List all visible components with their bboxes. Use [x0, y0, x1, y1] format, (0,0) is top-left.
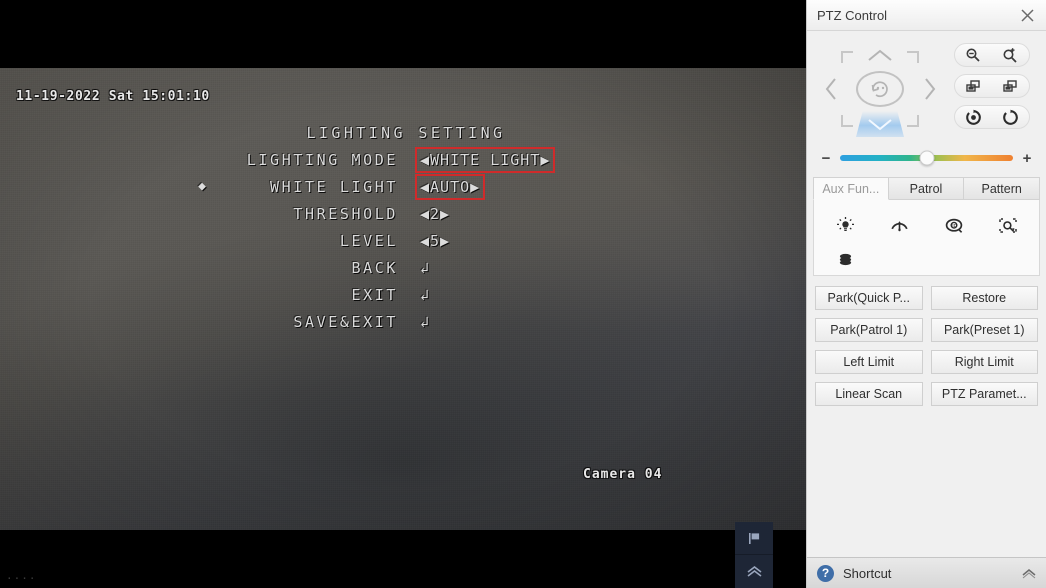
expand-shortcut-icon[interactable]	[1021, 567, 1037, 579]
osd-menu-item-label: SAVE&EXIT	[293, 312, 398, 331]
osd-menu-item-label: THRESHOLD	[293, 204, 398, 223]
osd-value-text: ◀2▶	[420, 204, 451, 223]
shortcut-footer-bar[interactable]: ? Shortcut	[807, 557, 1046, 588]
osd-highlighted-value: ◀WHITE LIGHT▶	[414, 146, 556, 173]
osd-value-text: ↲	[420, 258, 430, 277]
osd-menu-item-value[interactable]: ◀WHITE LIGHT▶	[398, 146, 610, 173]
tab-patrol[interactable]: Patrol	[888, 177, 965, 199]
osd-menu-item-value[interactable]: ◀AUTO▶	[398, 173, 610, 200]
osd-menu-row[interactable]: BACK ↲	[190, 254, 610, 281]
shortcut-label: Shortcut	[843, 565, 892, 581]
ptz-lens-controls	[945, 39, 1038, 141]
aux-function-grid[interactable]: 3D	[813, 200, 1040, 276]
osd-menu-item-value[interactable]: ◀5▶	[398, 231, 610, 251]
tab-aux-fun[interactable]: Aux Fun...	[813, 177, 889, 200]
speed-decrease-button[interactable]: −	[821, 150, 831, 167]
osd-highlighted-value: ◀AUTO▶	[414, 173, 486, 200]
osd-menu-item-label: WHITE LIGHT	[270, 177, 398, 196]
ptz-tab-bar[interactable]: Aux Fun... Patrol Pattern	[813, 177, 1041, 200]
fn-button-park-patrol-1[interactable]: Park(Patrol 1)	[815, 318, 923, 342]
osd-menu-item-value[interactable]: ↲	[398, 258, 610, 278]
osd-menu-item-label: BACK	[351, 258, 398, 277]
corner-marker: ....	[6, 569, 37, 582]
flag-icon	[747, 531, 762, 546]
pan-down-button[interactable]	[856, 111, 904, 137]
osd-value-text: ↲	[420, 312, 430, 331]
video-extra-tools[interactable]	[735, 522, 773, 588]
iris-open-button[interactable]	[992, 106, 1029, 128]
auxiliary-focus-icon[interactable]	[993, 210, 1023, 240]
fn-button-park-preset-1[interactable]: Park(Preset 1)	[930, 318, 1038, 342]
osd-value-text: ◀5▶	[420, 231, 451, 250]
manual-tracking-icon[interactable]	[830, 244, 860, 274]
ptz-control-screen: 11-19-2022 Sat 15:01:10 Camera 04 LIGHTI…	[0, 0, 1046, 588]
osd-menu-row[interactable]: LEVEL ◀5▶	[190, 227, 610, 254]
osd-value-text: ↲	[420, 285, 430, 304]
osd-menu-rows: LIGHTING MODE ◀WHITE LIGHT▶ ◆ WHITE LIGHT ◀A…	[190, 146, 610, 335]
speed-slider-thumb[interactable]	[919, 150, 934, 166]
lens-initialize-icon[interactable]: 3D	[939, 210, 969, 240]
dpad-corner-bottom-left	[841, 115, 853, 127]
fn-button-right-limit[interactable]: Right Limit	[930, 350, 1038, 374]
osd-menu-item-value[interactable]: ↲	[398, 312, 610, 332]
wiper-icon[interactable]	[884, 210, 914, 240]
zoom-in-button[interactable]	[992, 44, 1029, 66]
ptz-panel-body: − + Aux Fun... Patrol Pattern 3D Park(Quic…	[807, 31, 1046, 588]
dpad-corner-top-right	[907, 51, 919, 63]
tab-pattern[interactable]: Pattern	[964, 177, 1041, 199]
fn-button-left-limit[interactable]: Left Limit	[815, 350, 923, 374]
pan-up-button[interactable]	[863, 45, 897, 65]
osd-cursor-marker: ◆	[198, 179, 206, 194]
osd-menu-row[interactable]: THRESHOLD ◀2▶	[190, 200, 610, 227]
video-preview-area[interactable]: 11-19-2022 Sat 15:01:10 Camera 04 LIGHTI…	[0, 0, 806, 588]
osd-menu-row[interactable]: EXIT ↲	[190, 281, 610, 308]
osd-menu-item-label: LEVEL	[339, 231, 398, 250]
ptz-panel-header: PTZ Control	[807, 0, 1046, 31]
osd-menu-row[interactable]: ◆ WHITE LIGHT ◀AUTO▶	[190, 173, 610, 200]
dpad-corner-top-left	[841, 51, 853, 63]
light-icon[interactable]	[830, 210, 860, 240]
zoom-control-pair	[953, 43, 1030, 67]
video-timestamp-overlay: 11-19-2022 Sat 15:01:10	[16, 89, 210, 104]
osd-menu-item-value[interactable]: ↲	[398, 285, 610, 305]
osd-menu-item-label: LIGHTING MODE	[246, 150, 398, 169]
ptz-panel-title: PTZ Control	[817, 7, 888, 23]
auto-scan-button[interactable]	[856, 71, 904, 107]
zoom-out-button[interactable]	[955, 44, 992, 66]
close-icon[interactable]	[1016, 4, 1038, 26]
preset-flag-button[interactable]	[735, 522, 773, 555]
iris-control-pair	[953, 105, 1030, 129]
ptz-direction-pad[interactable]	[815, 39, 945, 139]
expand-toolbar-button[interactable]	[735, 555, 773, 588]
speed-slider-track[interactable]	[840, 150, 1013, 166]
ptz-control-panel: PTZ Control − + Aux Fun... Patrol Patter…	[806, 0, 1046, 588]
fn-button-ptz-paramet[interactable]: PTZ Paramet...	[930, 382, 1038, 406]
osd-menu-title: LIGHTING SETTING	[306, 124, 506, 142]
chevrons-up-icon	[746, 564, 763, 579]
fn-button-restore[interactable]: Restore	[930, 286, 1038, 310]
help-icon[interactable]: ?	[817, 564, 834, 582]
osd-menu-row[interactable]: LIGHTING MODE ◀WHITE LIGHT▶	[190, 146, 610, 173]
iris-close-button[interactable]	[955, 106, 992, 128]
dpad-corner-bottom-right	[907, 115, 919, 127]
ptz-function-button-grid[interactable]: Park(Quick P... Restore Park(Patrol 1) Park…	[815, 286, 1038, 406]
fn-button-park-quick-p[interactable]: Park(Quick P...	[815, 286, 923, 310]
camera-name-overlay: Camera 04	[583, 467, 663, 482]
focus-near-button[interactable]	[955, 75, 992, 97]
speed-increase-button[interactable]: +	[1022, 150, 1032, 167]
pan-right-button[interactable]	[919, 74, 939, 104]
osd-menu-item-value[interactable]: ◀2▶	[398, 204, 610, 224]
svg-text:3D: 3D	[951, 223, 958, 228]
ptz-controls-row	[807, 31, 1046, 141]
osd-menu-row[interactable]: SAVE&EXIT ↲	[190, 308, 610, 335]
ptz-speed-slider-row[interactable]: − +	[807, 141, 1046, 175]
pan-left-button[interactable]	[821, 74, 841, 104]
osd-lighting-setting-menu: LIGHTING SETTING LIGHTING MODE ◀WHITE LIG…	[190, 120, 610, 335]
osd-menu-item-label: EXIT	[351, 285, 398, 304]
focus-far-button[interactable]	[992, 75, 1029, 97]
fn-button-linear-scan[interactable]: Linear Scan	[815, 382, 923, 406]
focus-control-pair	[953, 74, 1030, 98]
